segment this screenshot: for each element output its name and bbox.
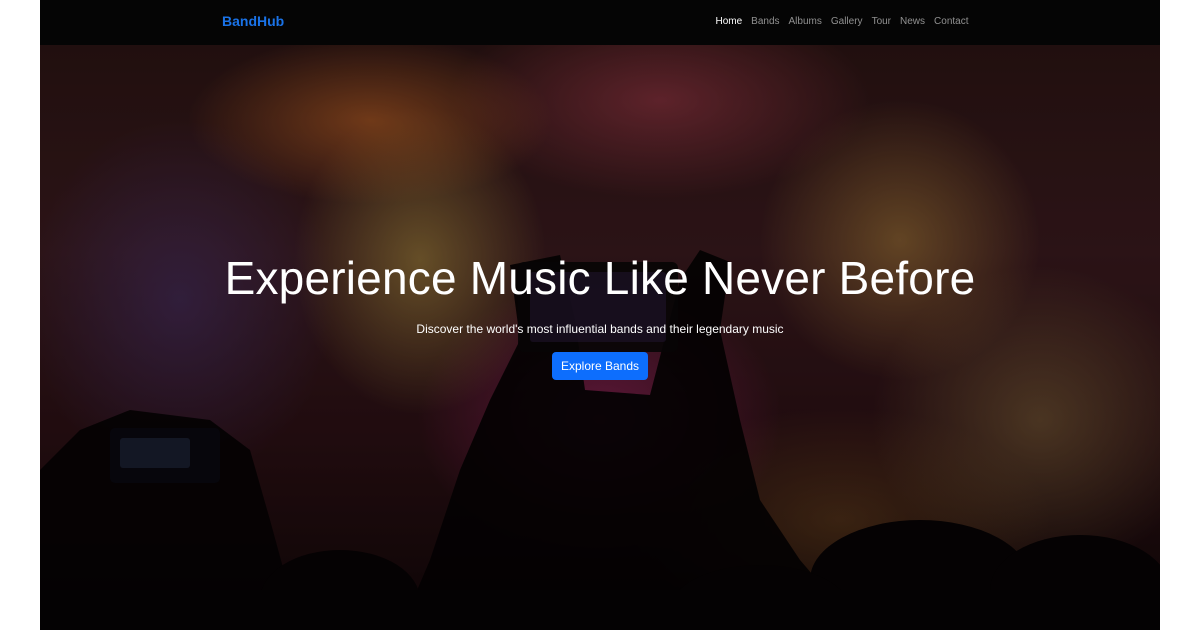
nav-link-albums[interactable]: Albums — [784, 16, 826, 27]
hero-title: Experience Music Like Never Before — [224, 252, 976, 304]
hero-subtitle: Discover the world's most influential ba… — [416, 322, 784, 336]
brand-logo-link[interactable]: BandHub — [222, 13, 284, 29]
nav-link-bands[interactable]: Bands — [747, 16, 784, 27]
nav-link-contact[interactable]: Contact — [930, 16, 973, 27]
nav-links: Home Bands Albums Gallery Tour News Cont… — [711, 16, 973, 27]
nav-link-home[interactable]: Home — [711, 16, 747, 27]
nav-link-news[interactable]: News — [896, 16, 930, 27]
hero-section: Experience Music Like Never Before Disco… — [40, 0, 1160, 630]
page: BandHub Home Bands Albums Gallery Tour N… — [40, 0, 1160, 630]
top-navbar: BandHub Home Bands Albums Gallery Tour N… — [40, 0, 1160, 45]
nav-link-gallery[interactable]: Gallery — [826, 16, 867, 27]
nav-link-tour[interactable]: Tour — [867, 16, 895, 27]
explore-bands-button[interactable]: Explore Bands — [552, 352, 648, 380]
